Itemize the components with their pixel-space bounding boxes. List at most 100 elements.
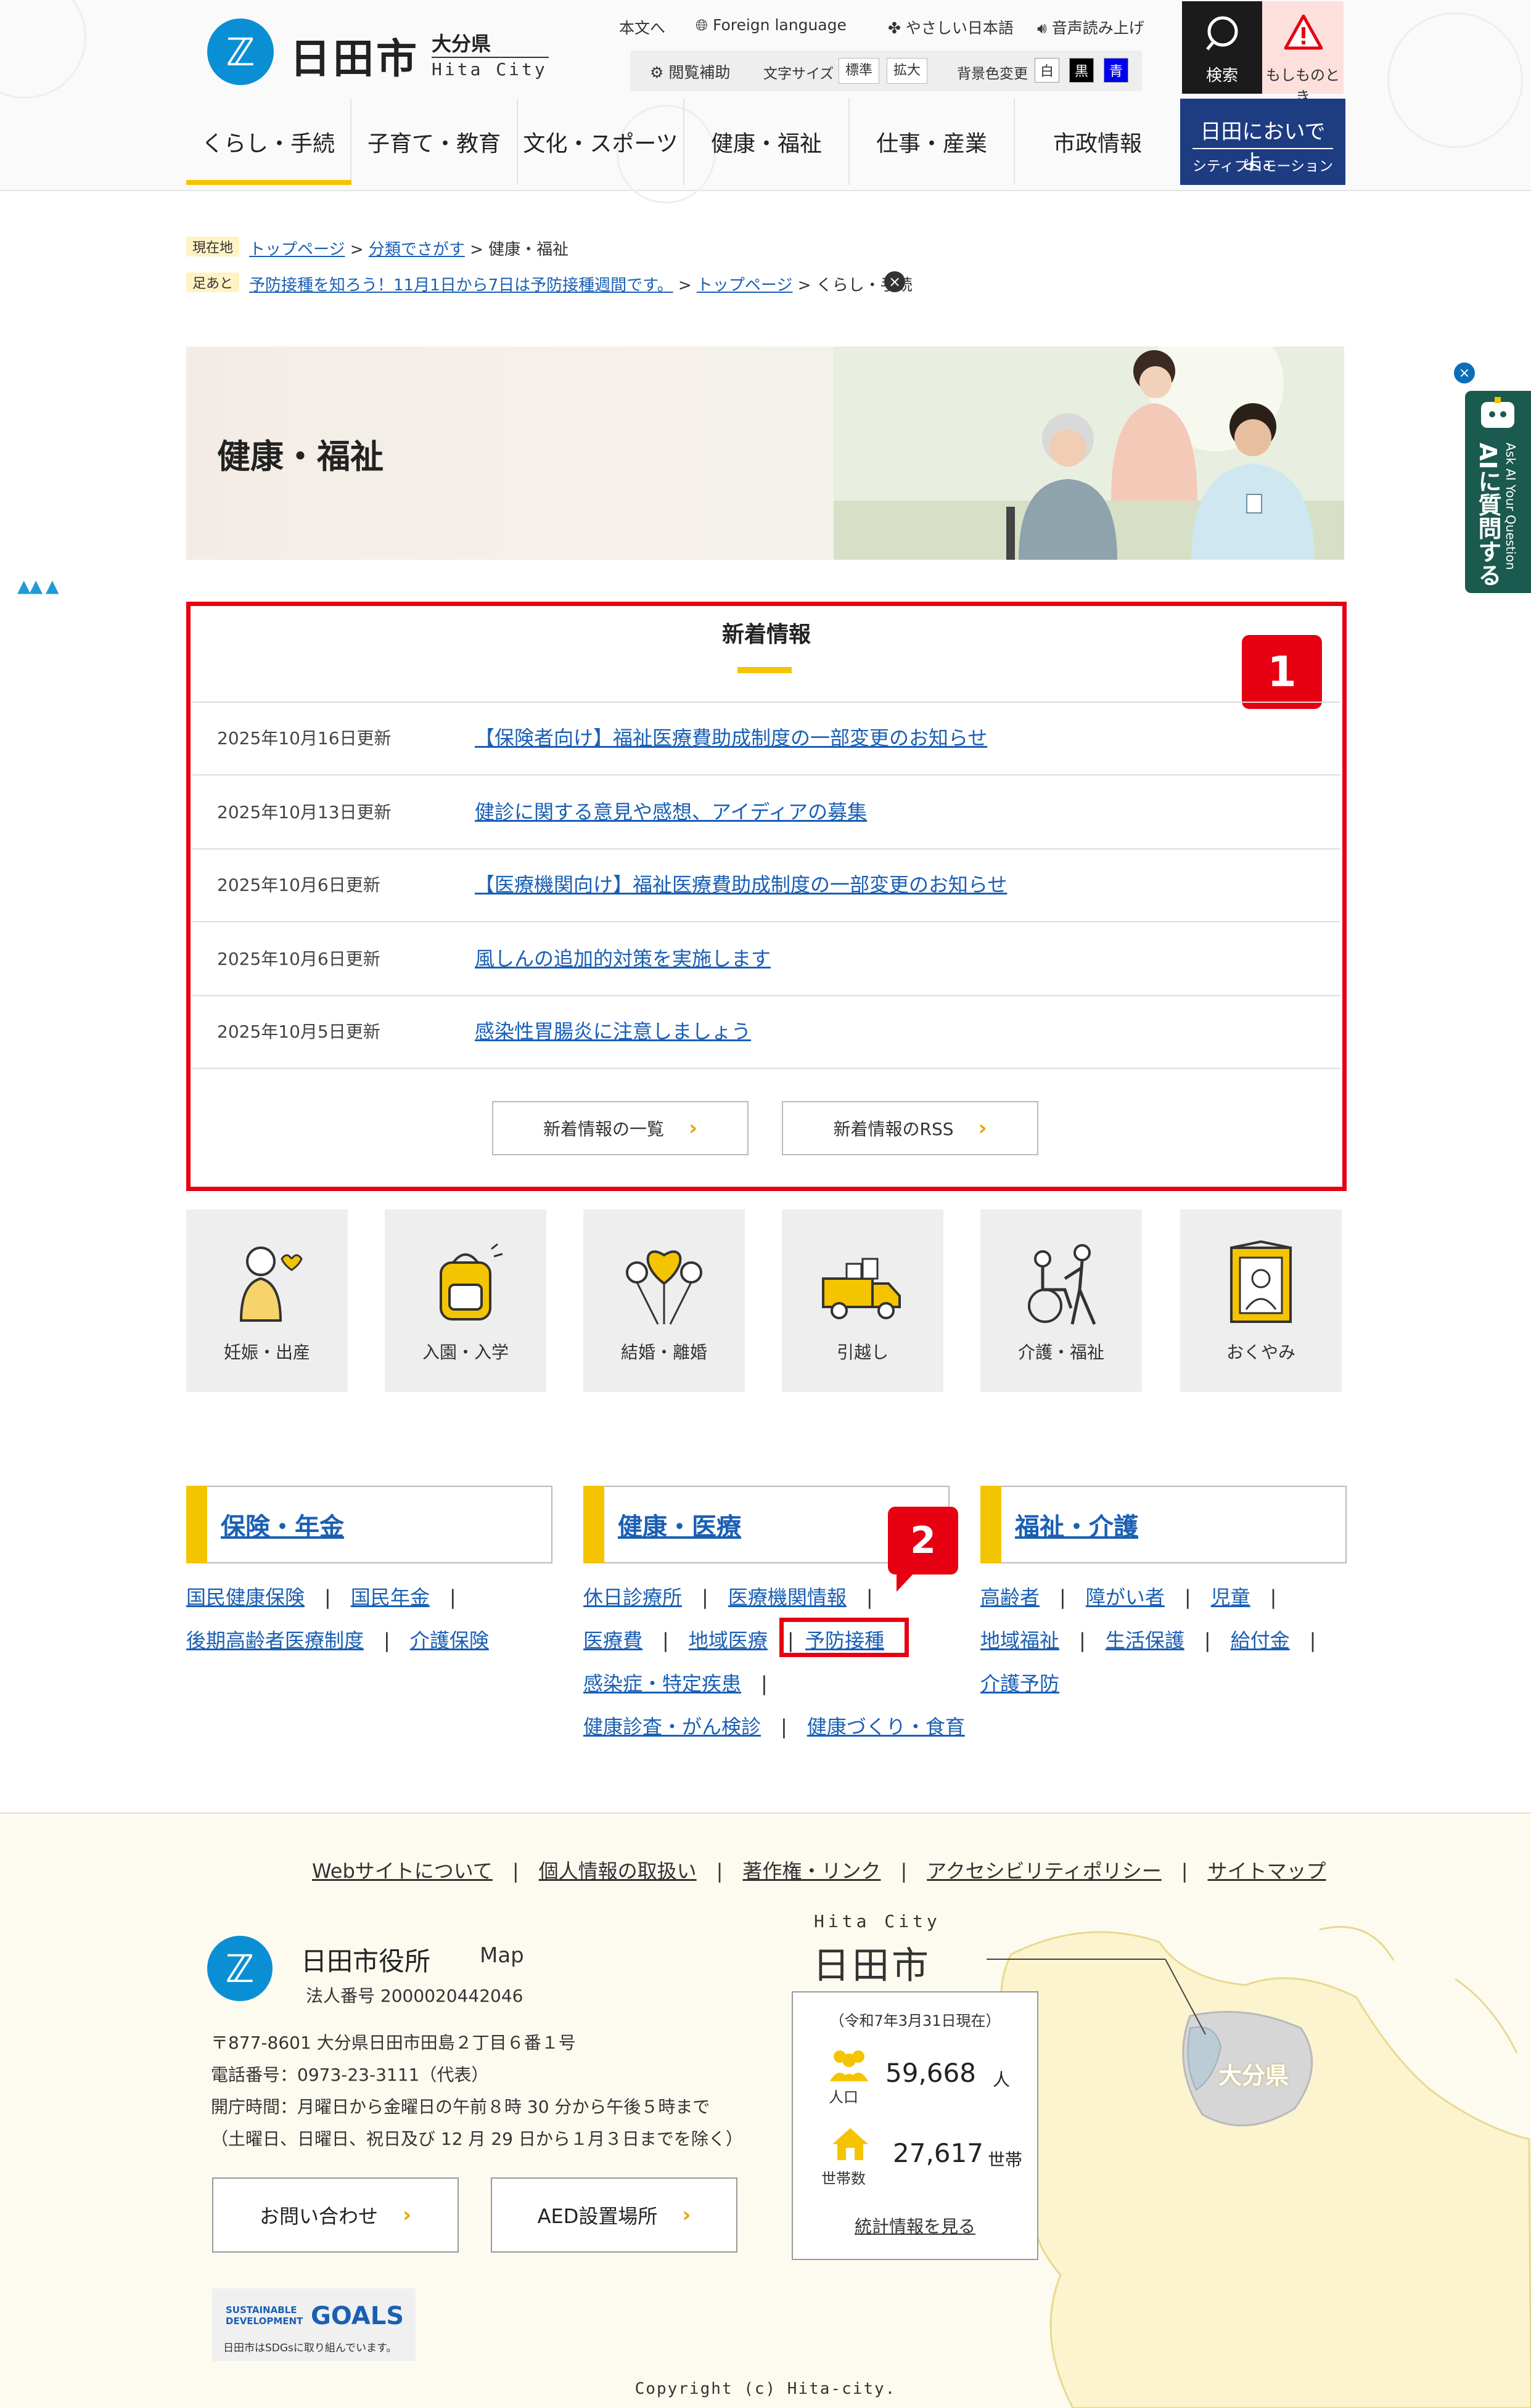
- memorial-portrait-icon: [1230, 1240, 1292, 1323]
- category-title[interactable]: 福祉・介護: [1015, 1487, 1138, 1562]
- stats-link[interactable]: 統計情報を見る: [793, 2213, 1037, 2238]
- bg-color-label: 背景色変更: [957, 66, 1028, 82]
- link-regional-medicine[interactable]: 地域医療: [689, 1629, 768, 1652]
- tile-label: 引越し: [836, 1342, 889, 1362]
- link-elderly[interactable]: 高齢者: [980, 1586, 1040, 1609]
- link-late-elderly-medical[interactable]: 後期高齢者医療制度: [186, 1629, 364, 1652]
- news-item-link[interactable]: 感染性胃腸炎に注意しましょう: [475, 1016, 751, 1044]
- tile-condolences[interactable]: おくやみ: [1180, 1210, 1342, 1392]
- nav-kurashi[interactable]: くらし・手続: [186, 99, 351, 185]
- footer-link-about[interactable]: Webサイトについて: [312, 1859, 493, 1883]
- link-children[interactable]: 児童: [1211, 1586, 1250, 1609]
- link-community-welfare[interactable]: 地域福祉: [980, 1629, 1059, 1652]
- moving-truck-icon: [822, 1258, 901, 1319]
- page-title: 健康・福祉: [217, 437, 384, 476]
- tile-nursing-care[interactable]: 介護・福祉: [980, 1210, 1142, 1392]
- city-promotion-banner[interactable]: 日田においでよ。 シティプロモーション: [1180, 99, 1345, 185]
- font-size-enlarge-button[interactable]: 拡大: [887, 58, 927, 84]
- health-links-row3: 感染症・特定疾患 |: [583, 1672, 768, 1695]
- easy-japanese-link[interactable]: ✤ やさしい日本語: [888, 16, 1014, 38]
- ai-widget-close-icon[interactable]: ×: [1454, 362, 1475, 383]
- category-title[interactable]: 保険・年金: [221, 1487, 344, 1562]
- link-holiday-clinic[interactable]: 休日診療所: [583, 1586, 682, 1609]
- history-tag: 足あと: [186, 272, 240, 292]
- footer-link-privacy[interactable]: 個人情報の取扱い: [539, 1859, 697, 1883]
- link-vaccination[interactable]: 予防接種: [805, 1625, 884, 1653]
- link-nursing-insurance[interactable]: 介護保険: [410, 1629, 489, 1652]
- link-benefits[interactable]: 給付金: [1231, 1629, 1290, 1652]
- link-national-pension[interactable]: 国民年金: [351, 1586, 430, 1609]
- voice-reading-link[interactable]: 🔊︎ 音声読み上げ: [1037, 16, 1144, 38]
- history-item-top[interactable]: トップページ: [697, 276, 792, 295]
- footer-link-accessibility[interactable]: アクセシビリティポリシー: [927, 1859, 1161, 1883]
- category-welfare[interactable]: 福祉・介護: [980, 1486, 1347, 1563]
- news-item-link[interactable]: 健診に関する意見や感想、アイディアの募集: [475, 797, 867, 825]
- households-value: 27,617: [893, 2138, 983, 2168]
- footer-city-logo-icon[interactable]: ℤ: [207, 1936, 273, 2001]
- clear-history-icon[interactable]: ×: [884, 271, 905, 292]
- bg-blue-button[interactable]: 青: [1104, 58, 1128, 83]
- tile-marriage[interactable]: 結婚・離婚: [583, 1210, 745, 1392]
- emergency-button[interactable]: もしものとき: [1262, 1, 1344, 105]
- footer-links: Webサイトについて | 個人情報の取扱い | 著作権・リンク | アクセシビリ…: [312, 1859, 1326, 1883]
- scroll-top-icon[interactable]: ▲▲ ▲: [17, 576, 59, 596]
- search-icon: [1206, 16, 1238, 51]
- site-logo-text[interactable]: 日田市: [290, 26, 419, 85]
- link-health-checkup[interactable]: 健康診査・がん検診: [583, 1715, 761, 1738]
- link-national-health-insurance[interactable]: 国民健康保険: [186, 1586, 305, 1609]
- nav-kenko[interactable]: 健康・福祉: [684, 99, 850, 185]
- house-icon: [832, 2128, 868, 2160]
- ai-question-widget[interactable]: AIに質問する Ask AI Your Question: [1465, 391, 1531, 593]
- bg-black-button[interactable]: 黒: [1069, 58, 1094, 83]
- news-heading: 新着情報: [721, 622, 811, 647]
- history-item-vaccination[interactable]: 予防接種を知ろう！11月1日から7日は予防接種週間です。: [249, 276, 673, 295]
- news-list-button[interactable]: 新着情報の一覧 ›: [492, 1101, 749, 1155]
- sdgs-badge[interactable]: SUSTAINABLE DEVELOPMENT GOALS 日田市はSDGsに取り…: [212, 2288, 416, 2361]
- tile-school-entry[interactable]: 入園・入学: [385, 1210, 546, 1392]
- link-disabled[interactable]: 障がい者: [1086, 1586, 1165, 1609]
- ai-widget-label-en: Ask AI Your Question: [1503, 443, 1518, 570]
- nav-shigoto[interactable]: 仕事・産業: [850, 99, 1015, 185]
- link-public-assistance[interactable]: 生活保護: [1106, 1629, 1184, 1652]
- city-logo-icon[interactable]: ℤ: [207, 18, 274, 85]
- tile-pregnancy[interactable]: 妊娠・出産: [186, 1210, 348, 1392]
- news-item-link[interactable]: 【医療機関向け】福祉医療費助成制度の一部変更のお知らせ: [475, 869, 1007, 898]
- category-title[interactable]: 健康・医療: [618, 1487, 741, 1562]
- nav-bunka[interactable]: 文化・スポーツ: [518, 99, 684, 185]
- link-health-promotion[interactable]: 健康づくり・食育: [807, 1715, 965, 1738]
- map-label-oita: 大分県: [1218, 2062, 1289, 2089]
- skip-to-content-link[interactable]: 本文へ: [619, 16, 665, 38]
- breadcrumb-category[interactable]: 分類でさがす: [369, 240, 465, 259]
- category-accent-bar: [980, 1486, 1001, 1563]
- footer-corporate-number: 法人番号 2000020442046: [306, 1986, 523, 2006]
- foreign-language-link[interactable]: 🌐︎ Foreign language: [696, 16, 847, 35]
- news-rss-label: 新着情報のRSS: [833, 1119, 954, 1139]
- link-care-prevention[interactable]: 介護予防: [980, 1672, 1059, 1695]
- search-button[interactable]: 検索: [1182, 1, 1262, 94]
- font-size-standard-button[interactable]: 標準: [839, 58, 879, 84]
- category-insurance[interactable]: 保険・年金: [186, 1486, 552, 1563]
- news-item-link[interactable]: 【保険者向け】福祉医療費助成制度の一部変更のお知らせ: [475, 723, 987, 751]
- sdgs-line2: DEVELOPMENT: [226, 2316, 303, 2327]
- link-infectious-diseases[interactable]: 感染症・特定疾患: [583, 1672, 741, 1695]
- tile-label: おくやみ: [1226, 1342, 1295, 1362]
- footer-map-link[interactable]: Map: [480, 1943, 524, 1968]
- link-medical-institutions[interactable]: 医療機関情報: [728, 1586, 847, 1609]
- news-rss-button[interactable]: 新着情報のRSS ›: [782, 1101, 1038, 1155]
- viewing-assist-button[interactable]: ⚙ 閲覧補助: [650, 60, 730, 83]
- footer-link-copyright[interactable]: 著作権・リンク: [742, 1859, 880, 1883]
- news-item-link[interactable]: 風しんの追加的対策を実施します: [475, 943, 771, 972]
- bg-white-button[interactable]: 白: [1035, 58, 1059, 83]
- viewing-assist-label: 閲覧補助: [668, 63, 731, 81]
- nav-shisei[interactable]: 市政情報: [1015, 99, 1180, 185]
- contact-button[interactable]: お問い合わせ ›: [212, 2177, 459, 2253]
- nav-kosodate[interactable]: 子育て・教育: [351, 99, 518, 185]
- footer-address: 〒877-8601 大分県日田市田島２丁目６番１号: [211, 2033, 576, 2053]
- news-date: 2025年10月6日更新: [217, 949, 380, 969]
- breadcrumb-top[interactable]: トップページ: [249, 240, 345, 259]
- aed-locations-button[interactable]: AED設置場所 ›: [491, 2177, 737, 2253]
- insurance-links-row1: 国民健康保険 | 国民年金 |: [186, 1586, 456, 1609]
- tile-moving[interactable]: 引越し: [782, 1210, 943, 1392]
- footer-link-sitemap[interactable]: サイトマップ: [1208, 1859, 1326, 1883]
- link-medical-expenses[interactable]: 医療費: [583, 1629, 642, 1652]
